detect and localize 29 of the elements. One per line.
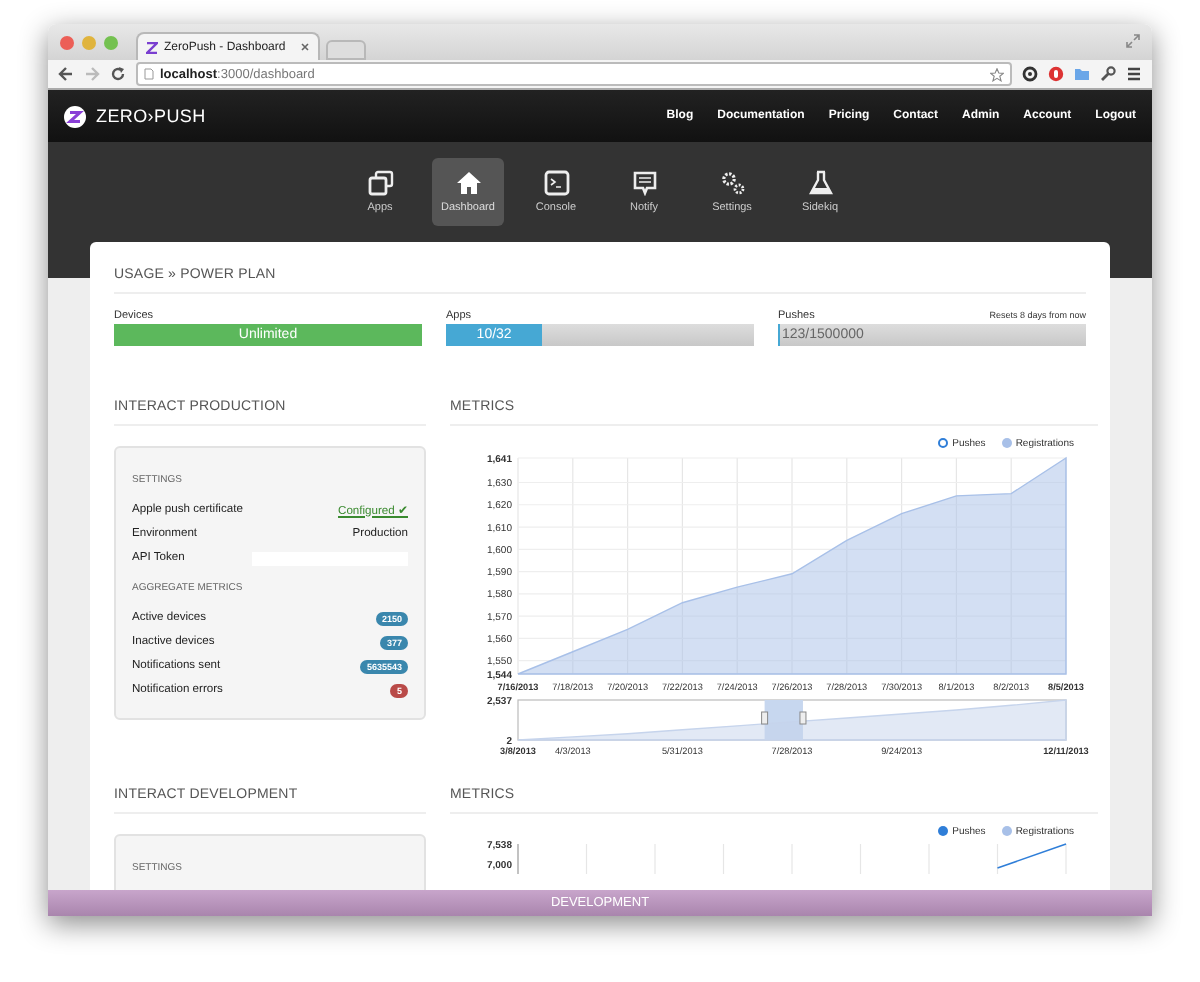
minimize-button[interactable]	[82, 35, 96, 49]
brand-name[interactable]: ZERO›PUSH	[96, 106, 206, 126]
flask-icon	[807, 170, 833, 196]
home-icon	[455, 170, 481, 196]
zoom-button[interactable]	[104, 35, 118, 49]
gears-icon	[719, 170, 745, 196]
wrench-icon[interactable]	[1100, 66, 1116, 82]
menu-icon[interactable]	[1126, 66, 1142, 82]
line-series	[996, 843, 1067, 869]
close-icon[interactable]	[300, 42, 310, 52]
close-button[interactable]	[60, 35, 74, 49]
range-handle[interactable]	[761, 711, 769, 725]
logo-icon[interactable]	[64, 105, 86, 127]
stacked-windows-icon	[367, 170, 393, 196]
logo-icon	[146, 41, 158, 53]
forward-icon[interactable]	[84, 66, 100, 82]
range-handle[interactable]	[799, 711, 807, 725]
folder-icon[interactable]	[1074, 66, 1090, 82]
back-icon[interactable]	[58, 66, 74, 82]
fullscreen-icon[interactable]	[1126, 34, 1140, 48]
star-icon[interactable]	[990, 67, 1004, 81]
stop-sign-icon[interactable]	[1048, 66, 1064, 82]
terminal-icon	[543, 170, 569, 196]
page-icon	[144, 68, 154, 80]
speech-bubble-icon	[631, 170, 657, 196]
ring-icon[interactable]	[1022, 66, 1038, 82]
reload-icon[interactable]	[110, 66, 126, 82]
new-tab-button[interactable]	[326, 40, 366, 60]
range-selection[interactable]	[764, 700, 803, 740]
